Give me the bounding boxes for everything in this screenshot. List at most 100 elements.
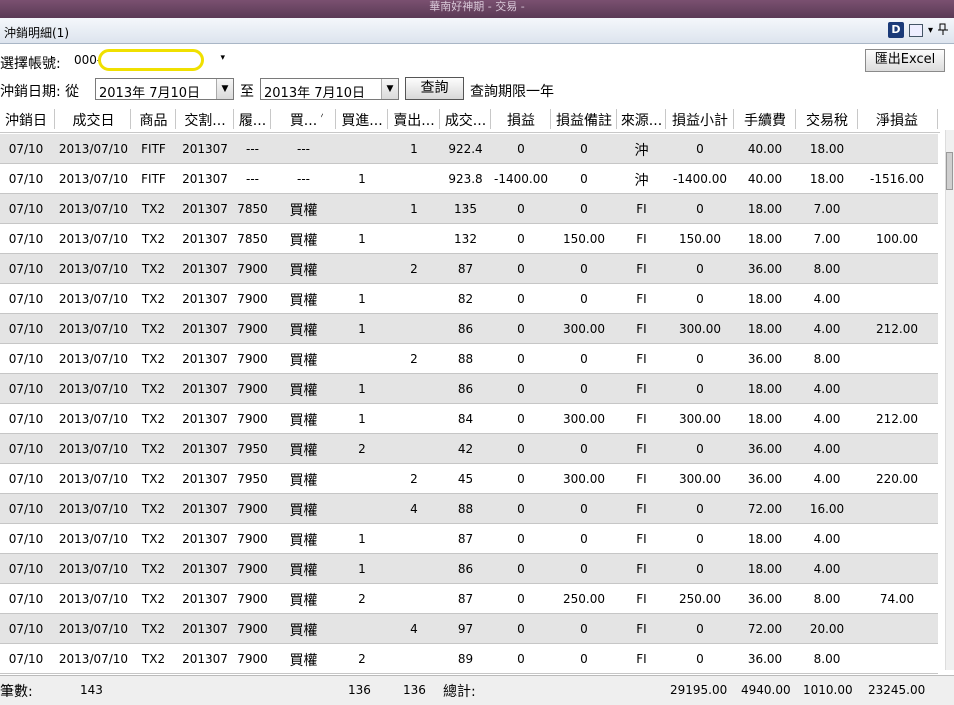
cell-trade-date: 2013/07/10	[58, 142, 129, 156]
cell-source: FI	[636, 442, 647, 456]
cell-buy-qty: 1	[358, 532, 366, 546]
column-header-source[interactable]: 來源...	[617, 110, 666, 130]
column-header-trade-date[interactable]: 成交日	[56, 110, 131, 130]
column-separator[interactable]	[54, 109, 55, 129]
cell-pl-subtotal: 0	[696, 202, 704, 216]
chevron-down-icon[interactable]: ▼	[381, 79, 398, 99]
column-separator[interactable]	[130, 109, 131, 129]
count-label: 筆數:	[0, 684, 33, 700]
column-header-sell-qty[interactable]: 賣出...	[388, 110, 440, 130]
cell-option-type: 買權	[289, 233, 318, 249]
cell-product: TX2	[141, 382, 166, 396]
chevron-down-icon[interactable]: ▼	[216, 79, 233, 99]
table-row[interactable]: 07/10 2013/07/10 TX2 201307 7900 買權 2 87 0 250.00…	[0, 584, 938, 614]
cell-sell-qty: 4	[410, 502, 418, 516]
column-separator[interactable]	[335, 109, 336, 129]
column-header-price[interactable]: 成交...	[440, 110, 491, 130]
table-row[interactable]: 07/10 2013/07/10 TX2 201307 7900 買權 4 97 0 0 FI 0 72…	[0, 614, 938, 644]
column-separator[interactable]	[233, 109, 234, 129]
cell-sell-qty: 2	[410, 352, 418, 366]
cell-strike: 7950	[237, 442, 268, 456]
cell-profit-loss: 0	[517, 532, 525, 546]
column-separator[interactable]	[937, 109, 938, 129]
table-row[interactable]: 07/10 2013/07/10 TX2 201307 7850 買權 1 132 0 150.0…	[0, 224, 938, 254]
column-header-net-pl[interactable]: 淨損益	[858, 110, 936, 130]
cell-settle-date: 07/10	[8, 532, 44, 546]
cell-delivery-month: 201307	[182, 322, 228, 336]
table-row[interactable]: 07/10 2013/07/10 TX2 201307 7900 買權 1 86 0 0 FI 0 18…	[0, 554, 938, 584]
table-row[interactable]: 07/10 2013/07/10 TX2 201307 7900 買權 1 86 0 0 FI 0 18…	[0, 374, 938, 404]
table-row[interactable]: 07/10 2013/07/10 TX2 201307 7900 買權 1 84 0 300.00…	[0, 404, 938, 434]
column-header-option-type[interactable]: 買...	[271, 110, 336, 130]
cell-option-type: ---	[297, 172, 310, 186]
cell-buy-qty: 2	[358, 592, 366, 606]
column-separator[interactable]	[550, 109, 551, 129]
cell-trade-date: 2013/07/10	[58, 442, 129, 456]
column-header-fee[interactable]: 手續費	[734, 110, 796, 130]
column-separator[interactable]	[795, 109, 796, 129]
column-separator[interactable]	[387, 109, 388, 129]
export-excel-button[interactable]: 匯出Excel	[865, 49, 945, 72]
table-row[interactable]: 07/10 2013/07/10 FITF 201307 --- --- 1 923.8 -14…	[0, 164, 938, 194]
column-header-strike[interactable]: 履...	[234, 110, 271, 130]
table-row[interactable]: 07/10 2013/07/10 TX2 201307 7900 買權 1 86 0 300.00…	[0, 314, 938, 344]
column-header-pl-note[interactable]: 損益備註	[551, 110, 617, 130]
pin-icon[interactable]	[938, 23, 948, 38]
table-row[interactable]: 07/10 2013/07/10 TX2 201307 7900 買權 4 88 0 0 FI 0 72…	[0, 494, 938, 524]
table-row[interactable]: 07/10 2013/07/10 TX2 201307 7950 買權 2 45 0 300.00…	[0, 464, 938, 494]
cell-fee: 36.00	[747, 352, 783, 366]
cell-pl-subtotal: 300.00	[679, 412, 721, 426]
cell-trade-date: 2013/07/10	[58, 652, 129, 666]
column-header-delivery-month[interactable]: 交割...	[176, 110, 234, 130]
chevron-down-icon[interactable]: ▾	[928, 25, 933, 36]
column-header-tax[interactable]: 交易稅	[796, 110, 858, 130]
cell-fee: 18.00	[747, 412, 783, 426]
window-list-icon[interactable]	[908, 23, 923, 37]
cell-source: FI	[636, 292, 647, 306]
table-row[interactable]: 07/10 2013/07/10 TX2 201307 7900 買權 2 87 0 0 FI 0 36…	[0, 254, 938, 284]
cell-delivery-month: 201307	[182, 622, 228, 636]
cell-pl-subtotal: 0	[696, 352, 704, 366]
column-separator[interactable]	[175, 109, 176, 129]
table-row[interactable]: 07/10 2013/07/10 TX2 201307 7850 買權 1 135 0 0 FI 0 1…	[0, 194, 938, 224]
cell-tax: 4.00	[813, 292, 841, 306]
table-row[interactable]: 07/10 2013/07/10 TX2 201307 7950 買權 2 42 0 0 FI 0 36…	[0, 434, 938, 464]
cell-strike: 7900	[237, 652, 268, 666]
table-row[interactable]: 07/10 2013/07/10 FITF 201307 --- --- 1 922.4 0 0 沖…	[0, 134, 938, 164]
cell-tax: 16.00	[809, 502, 845, 516]
vertical-scrollbar[interactable]	[945, 130, 954, 670]
table-row[interactable]: 07/10 2013/07/10 TX2 201307 7900 買權 1 87 0 0 FI 0 18…	[0, 524, 938, 554]
date-to-picker[interactable]: 2013年 7月10日 ▼	[260, 78, 399, 101]
d-icon[interactable]: D	[887, 22, 904, 38]
cell-trade-date: 2013/07/10	[58, 562, 129, 576]
column-separator[interactable]	[733, 109, 734, 129]
date-to-label: 至	[240, 84, 254, 100]
cell-tax: 7.00	[813, 232, 841, 246]
account-select[interactable]: 000- ▾	[70, 49, 225, 71]
cell-profit-loss: 0	[517, 352, 525, 366]
query-button[interactable]: 查詢	[405, 77, 464, 100]
cell-settle-date: 07/10	[8, 352, 44, 366]
app-title-bar: 華南好神期 - 交易 -	[0, 0, 954, 18]
cell-sell-qty: 2	[410, 472, 418, 486]
column-header-product[interactable]: 商品	[131, 110, 176, 130]
column-separator[interactable]	[616, 109, 617, 129]
table-row[interactable]: 07/10 2013/07/10 TX2 201307 7900 買權 2 89 0 0 FI 0 36…	[0, 644, 938, 674]
table-row[interactable]: 07/10 2013/07/10 TX2 201307 7900 買權 2 88 0 0 FI 0 36…	[0, 344, 938, 374]
chevron-down-icon[interactable]: ▾	[220, 53, 225, 63]
column-separator[interactable]	[857, 109, 858, 129]
column-header-buy-qty[interactable]: 買進...	[336, 110, 388, 130]
column-separator[interactable]	[490, 109, 491, 129]
column-header-profit-loss[interactable]: 損益	[491, 110, 551, 130]
column-header-settle-date[interactable]: 沖銷日	[0, 110, 52, 130]
cell-price: 84	[457, 412, 474, 426]
column-header-pl-subtotal[interactable]: 損益小計	[666, 110, 734, 130]
scrollbar-thumb[interactable]	[946, 152, 953, 190]
date-from-picker[interactable]: 2013年 7月10日 ▼	[95, 78, 234, 101]
table-row[interactable]: 07/10 2013/07/10 TX2 201307 7900 買權 1 82 0 0 FI 0 18…	[0, 284, 938, 314]
cell-settle-date: 07/10	[8, 262, 44, 276]
column-separator[interactable]	[270, 109, 271, 129]
column-separator[interactable]	[439, 109, 440, 129]
pl-subtotal-total: 29195.00	[670, 683, 728, 697]
column-separator[interactable]	[665, 109, 666, 129]
